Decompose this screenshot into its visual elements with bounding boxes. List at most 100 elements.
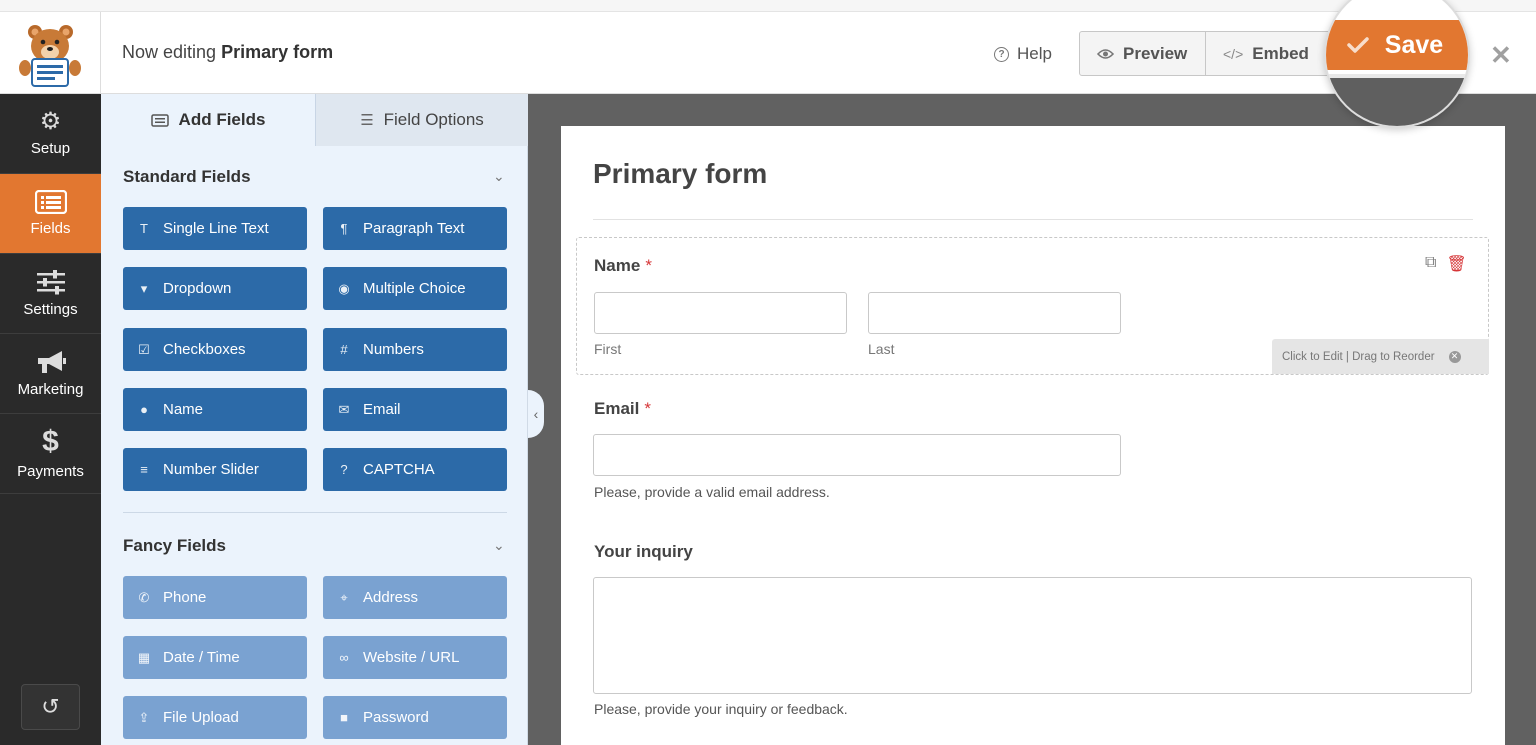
field-button-label: Multiple Choice [363,280,466,297]
last-name-input[interactable] [868,292,1121,334]
sidebar-item-setup[interactable]: ⚙ Setup [0,94,101,174]
first-name-input[interactable] [594,292,847,334]
question-circle-icon: ? [994,46,1009,62]
save-label: Save [1384,30,1444,59]
add-dropdown-button[interactable]: ▾ Dropdown [123,267,307,310]
field-button-label: Date / Time [163,649,240,666]
revisions-button[interactable]: ↺ [21,684,80,730]
add-address-button[interactable]: ⌖ Address [323,576,507,619]
calendar-icon: ▦ [137,649,151,665]
title-prefix: Now editing [122,42,217,62]
save-button[interactable]: Save [1326,20,1468,70]
fancy-fields-title[interactable]: Fancy Fields [123,536,226,556]
sidebar-item-marketing[interactable]: Marketing [0,334,101,414]
sliders-icon: ☰ [360,112,374,129]
checkbox-icon: ☑ [138,341,150,357]
add-numbers-button[interactable]: # Numbers [323,328,507,371]
preview-button[interactable]: Preview [1080,32,1206,75]
sliders-icon [36,270,65,295]
help-button[interactable]: ? Help [994,44,1052,64]
field-button-label: Password [363,709,429,726]
add-website-url-button[interactable]: ∞ Website / URL [323,636,507,679]
add-date-time-button[interactable]: ▦ Date / Time [123,636,307,679]
chevron-down-icon[interactable]: ⌄ [493,168,505,185]
sidebar-item-payments[interactable]: $ Payments [0,414,101,494]
sidebar-item-label: Marketing [17,381,84,398]
sidebar-item-fields[interactable]: Fields [0,174,101,254]
field-button-label: Single Line Text [163,220,269,237]
chevron-left-icon: ‹ [533,406,539,422]
inquiry-field-label: Your inquiry [594,542,693,561]
field-button-label: Number Slider [163,461,259,478]
save-zoom-highlight: Save [1324,0,1470,128]
add-phone-button[interactable]: ✆ Phone [123,576,307,619]
close-hint-icon[interactable]: ✕ [1448,350,1461,363]
radio-icon: ◉ [338,280,350,296]
form-title-divider [593,219,1473,220]
code-icon: </> [1223,45,1244,62]
edit-hint-text: Click to Edit | Drag to Reorder [1282,350,1435,363]
tab-add-fields[interactable]: Add Fields [101,94,315,146]
field-button-label: Email [363,401,401,418]
add-captcha-button[interactable]: ? CAPTCHA [323,448,507,491]
first-sublabel: First [594,341,622,357]
fields-list-icon [34,190,67,214]
required-asterisk: * [645,256,652,275]
embed-button[interactable]: </> Embed [1206,32,1326,75]
field-button-label: Website / URL [363,649,460,666]
field-button-label: Checkboxes [163,341,246,358]
form-name: Primary form [221,42,334,62]
sidebar-item-settings[interactable]: Settings [0,254,101,334]
add-email-button[interactable]: ✉ Email [323,388,507,431]
bear-mascot-icon [19,25,81,87]
duplicate-icon[interactable]: ⧉ [1425,254,1436,274]
name-field-block[interactable]: Name * ⧉ 🗑 First Last Click to Edit | Dra… [576,237,1489,375]
add-file-upload-button[interactable]: ⇪ File Upload [123,696,307,739]
add-single-line-text-button[interactable]: T Single Line Text [123,207,307,250]
page-title: Now editing Primary form [122,42,333,63]
sidebar-item-label: Settings [23,301,78,318]
preview-embed-group: Preview </> Embed [1079,31,1334,76]
builder-header: Now editing Primary form ? Help Preview … [0,12,1536,94]
eye-icon [1097,48,1114,59]
sliders-icon: ≡ [140,462,148,477]
add-name-button[interactable]: ● Name [123,388,307,431]
add-checkboxes-button[interactable]: ☑ Checkboxes [123,328,307,371]
link-icon: ∞ [339,650,349,665]
dollar-icon: $ [42,425,59,458]
sidebar-item-label: Fields [30,220,71,237]
add-password-button[interactable]: ■ Password [323,696,507,739]
field-button-label: File Upload [163,709,239,726]
field-actions: ⧉ 🗑 [1425,254,1467,274]
zoom-backdrop [1326,78,1468,126]
zoom-border [1326,74,1468,78]
last-sublabel: Last [868,341,895,357]
email-field-label: Email * [594,399,651,419]
field-button-label: Dropdown [163,280,232,297]
gear-icon: ⚙ [39,108,62,135]
trash-icon[interactable]: 🗑 [1446,254,1466,274]
field-button-label: CAPTCHA [363,461,435,478]
user-icon: ● [140,402,148,417]
field-button-label: Paragraph Text [363,220,465,237]
chevron-down-icon[interactable]: ⌄ [493,537,505,554]
email-input[interactable] [593,434,1121,476]
add-number-slider-button[interactable]: ≡ Number Slider [123,448,307,491]
envelope-icon: ✉ [338,401,350,417]
map-pin-icon: ⌖ [340,589,348,605]
add-multiple-choice-button[interactable]: ◉ Multiple Choice [323,267,507,310]
add-paragraph-text-button[interactable]: ¶ Paragraph Text [323,207,507,250]
tab-label: Add Fields [178,110,266,129]
inquiry-textarea[interactable] [593,577,1472,694]
megaphone-icon [37,351,66,373]
field-button-label: Numbers [363,341,424,358]
close-builder-icon[interactable]: ✕ [1490,42,1512,68]
fields-panel: Add Fields ☰ Field Options Standard Fiel… [101,94,528,745]
upload-icon: ⇪ [138,709,150,725]
standard-fields-title[interactable]: Standard Fields [123,167,251,187]
question-circle-icon: ? [340,462,348,477]
dropdown-icon: ▾ [140,280,148,296]
text-icon: T [140,221,148,236]
tab-field-options[interactable]: ☰ Field Options [315,94,528,146]
name-label-text: Name [594,256,641,275]
